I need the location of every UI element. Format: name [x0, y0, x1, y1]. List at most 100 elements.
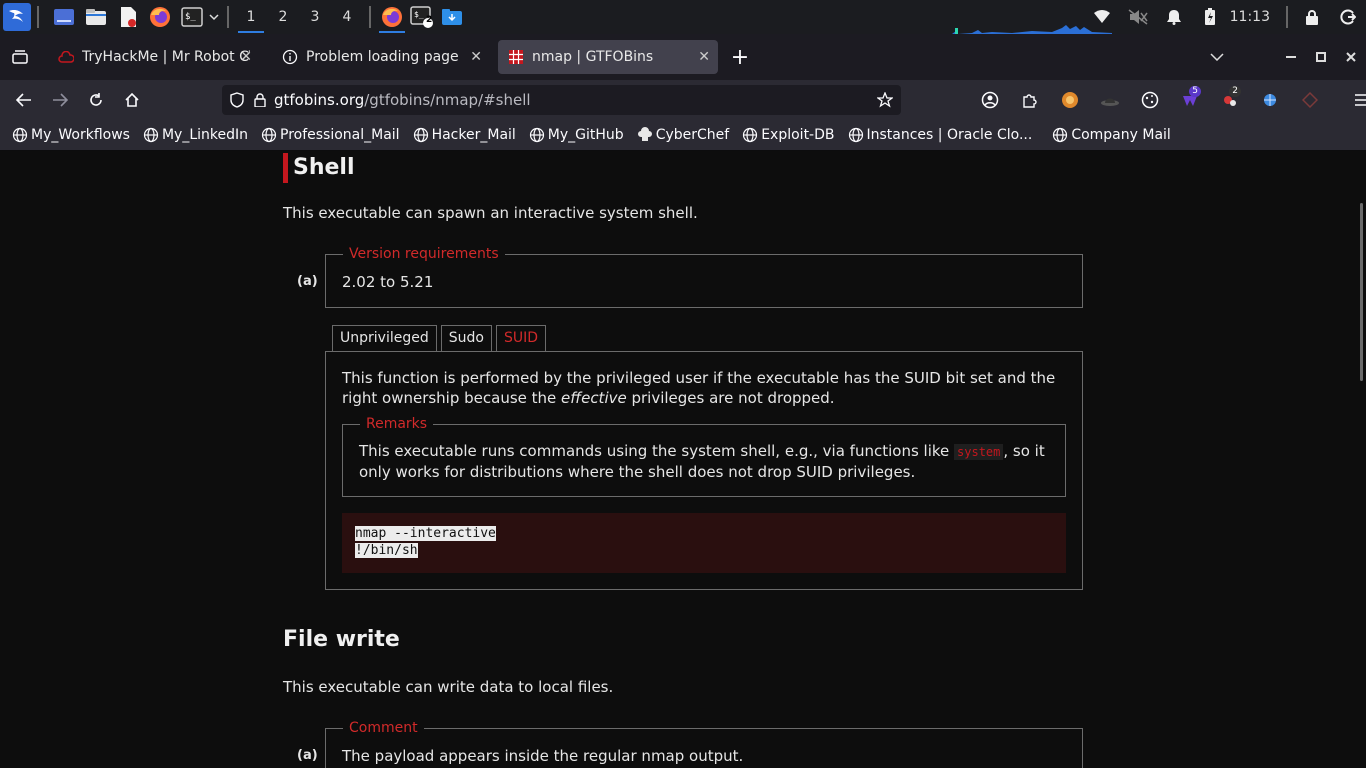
page-viewport: Shell This executable can spawn an inter… [0, 151, 1366, 768]
bookmark-cyberchef[interactable]: CyberChef [637, 127, 730, 143]
bookmark-label: My_LinkedIn [161, 127, 248, 143]
bookmark-my-linkedin[interactable]: My_LinkedIn [143, 127, 248, 143]
extension-badge: 5 [1189, 86, 1201, 97]
browser-tab-strip: TryHackMe | Mr Robot CTF ✕ Problem loadi… [0, 34, 1366, 80]
globe-icon [261, 127, 277, 143]
comment-text: The payload appears inside the regular n… [342, 747, 744, 765]
workspace-1[interactable]: 1 [238, 0, 264, 34]
code-line: nmap --interactive [355, 526, 496, 541]
firefox-launcher-icon[interactable] [147, 4, 173, 30]
list-all-tabs-icon[interactable] [1202, 34, 1232, 80]
bookmark-my-workflows[interactable]: My_Workflows [12, 127, 130, 143]
lock-screen-icon[interactable] [1294, 0, 1330, 34]
tab-sudo[interactable]: Sudo [440, 325, 492, 351]
close-tab-icon[interactable]: ✕ [698, 49, 710, 65]
show-desktop-icon[interactable] [51, 4, 77, 30]
bookmark-label: Exploit-DB [761, 127, 835, 143]
context-tabs: Unprivileged Sudo SUID [332, 325, 550, 351]
version-index-label: (a) [297, 274, 318, 289]
bookmark-label: Professional_Mail [280, 127, 400, 143]
maximize-window-icon[interactable] [1306, 34, 1336, 80]
version-requirements-box: Version requirements 2.02 to 5.21 [325, 245, 1083, 308]
url-text[interactable]: gtfobins.org/gtfobins/nmap/#shell [274, 91, 531, 109]
workspace-4[interactable]: 4 [334, 0, 360, 34]
app-menu-hamburger-icon[interactable] [1342, 80, 1366, 120]
workspace-2[interactable]: 2 [270, 0, 296, 34]
suid-description: This function is performed by the privil… [342, 368, 1068, 408]
padlock-icon[interactable] [254, 93, 266, 107]
bookmark-label: My_Workflows [31, 127, 130, 143]
bookmark-star-icon[interactable] [877, 92, 893, 108]
bookmark-company-mail[interactable]: Company Mail [1052, 127, 1171, 143]
tab-gtfobins-nmap[interactable]: nmap | GTFOBins ✕ [498, 40, 718, 74]
bookmark-label: Hacker_Mail [431, 127, 516, 143]
minimize-window-icon[interactable] [1276, 34, 1306, 80]
tab-problem-loading[interactable]: Problem loading page ✕ [272, 40, 490, 74]
ublock-like-icon[interactable]: 2 [1210, 80, 1250, 120]
bookmark-my-github[interactable]: My_GitHub [529, 127, 624, 143]
new-tab-button[interactable]: + [722, 41, 758, 73]
page-scrollbar[interactable] [1360, 203, 1363, 381]
tracking-protection-shield-icon[interactable] [230, 92, 244, 108]
file-manager-icon[interactable] [83, 4, 109, 30]
firefox-view-icon[interactable] [2, 41, 38, 73]
url-host: gtfobins.org [274, 91, 365, 109]
bookmark-label: CyberChef [655, 127, 730, 143]
clock[interactable]: 11:13 [1228, 9, 1280, 25]
foxyproxy-icon[interactable] [1050, 80, 1090, 120]
tab-tryhackme[interactable]: TryHackMe | Mr Robot CTF ✕ [48, 40, 260, 74]
address-bar[interactable]: gtfobins.org/gtfobins/nmap/#shell [222, 85, 901, 115]
text-editor-icon[interactable] [115, 4, 141, 30]
wappalyzer-icon[interactable]: 5 [1170, 80, 1210, 120]
bookmarks-toolbar: My_Workflows My_LinkedIn Professional_Ma… [0, 120, 1366, 151]
tab-title: nmap | GTFOBins [532, 49, 654, 65]
file-write-description: This executable can write data to local … [283, 678, 614, 696]
tray-separator [1286, 6, 1288, 28]
cookie-icon[interactable] [1130, 80, 1170, 120]
taskbar-separator [369, 6, 371, 28]
hacker-hat-icon[interactable] [1090, 80, 1130, 120]
logout-icon[interactable] [1330, 0, 1366, 34]
workspace-3[interactable]: 3 [302, 0, 328, 34]
downloads-folder-icon[interactable] [437, 0, 467, 34]
close-tab-icon[interactable]: ✕ [240, 49, 252, 65]
bookmark-hacker-mail[interactable]: Hacker_Mail [413, 127, 516, 143]
close-window-icon[interactable] [1336, 34, 1366, 80]
notifications-bell-icon[interactable] [1156, 0, 1192, 34]
firefox-window-icon[interactable] [377, 0, 407, 34]
account-icon[interactable] [970, 80, 1010, 120]
volume-muted-icon[interactable] [1120, 0, 1156, 34]
forward-button[interactable] [42, 84, 78, 116]
disabled-extension-icon[interactable] [1290, 80, 1330, 120]
home-button[interactable] [114, 84, 150, 116]
proxy-globe-icon[interactable] [1250, 80, 1290, 120]
globe-icon [1053, 127, 1068, 143]
bookmark-exploit-db[interactable]: Exploit-DB [742, 127, 835, 143]
battery-charging-icon[interactable] [1192, 0, 1228, 34]
chevron-down-icon[interactable] [207, 4, 221, 30]
bookmark-oracle-instances[interactable]: Instances | Oracle Clo... [848, 127, 1033, 143]
globe-icon [143, 127, 159, 143]
remarks-legend: Remarks [360, 415, 434, 433]
wifi-icon[interactable] [1084, 0, 1120, 34]
code-block[interactable]: nmap --interactive !/bin/sh [342, 513, 1066, 573]
file-write-heading: File write [283, 627, 400, 652]
version-requirements-legend: Version requirements [343, 245, 505, 263]
terminal-window-icon[interactable]: $_ 2 [407, 0, 437, 34]
svg-text:$_: $_ [414, 10, 424, 19]
terminal-count-badge: 2 [426, 15, 433, 25]
kali-menu-icon[interactable] [3, 3, 31, 31]
bookmark-professional-mail[interactable]: Professional_Mail [261, 127, 400, 143]
tab-suid[interactable]: SUID [495, 325, 546, 351]
bookmark-label: Instances | Oracle Clo... [866, 127, 1033, 143]
back-button[interactable] [6, 84, 42, 116]
globe-icon [743, 127, 758, 143]
globe-icon [413, 127, 428, 143]
remarks-text: This executable runs commands using the … [359, 441, 1055, 482]
extensions-puzzle-icon[interactable] [1010, 80, 1050, 120]
terminal-launcher-icon[interactable]: $_ [179, 4, 205, 30]
tab-unprivileged[interactable]: Unprivileged [332, 325, 437, 351]
close-tab-icon[interactable]: ✕ [470, 49, 482, 65]
code-content[interactable]: nmap --interactive !/bin/sh [355, 525, 496, 559]
reload-button[interactable] [78, 84, 114, 116]
